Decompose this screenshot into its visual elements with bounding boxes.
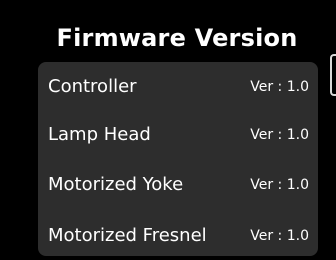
list-item-controller: Controller Ver : 1.0 [38, 72, 318, 102]
component-version: Ver : 1.0 [250, 79, 309, 95]
component-name: Motorized Fresnel [48, 225, 207, 246]
list-item-lamp-head: Lamp Head Ver : 1.0 [38, 120, 318, 150]
list-item-motorized-yoke: Motorized Yoke Ver : 1.0 [38, 170, 318, 200]
component-name: Lamp Head [48, 124, 151, 145]
component-name: Controller [48, 76, 137, 97]
component-version: Ver : 1.0 [250, 177, 309, 193]
firmware-version-list: Controller Ver : 1.0 Lamp Head Ver : 1.0… [38, 62, 318, 256]
component-version: Ver : 1.0 [250, 127, 309, 143]
component-version: Ver : 1.0 [250, 228, 309, 244]
page-title: Firmware Version [56, 24, 298, 52]
list-item-motorized-fresnel: Motorized Fresnel Ver : 1.0 [38, 221, 318, 251]
component-name: Motorized Yoke [48, 174, 184, 195]
firmware-version-screen: Firmware Version Controller Ver : 1.0 La… [0, 0, 336, 260]
side-panel-edge [330, 54, 336, 96]
